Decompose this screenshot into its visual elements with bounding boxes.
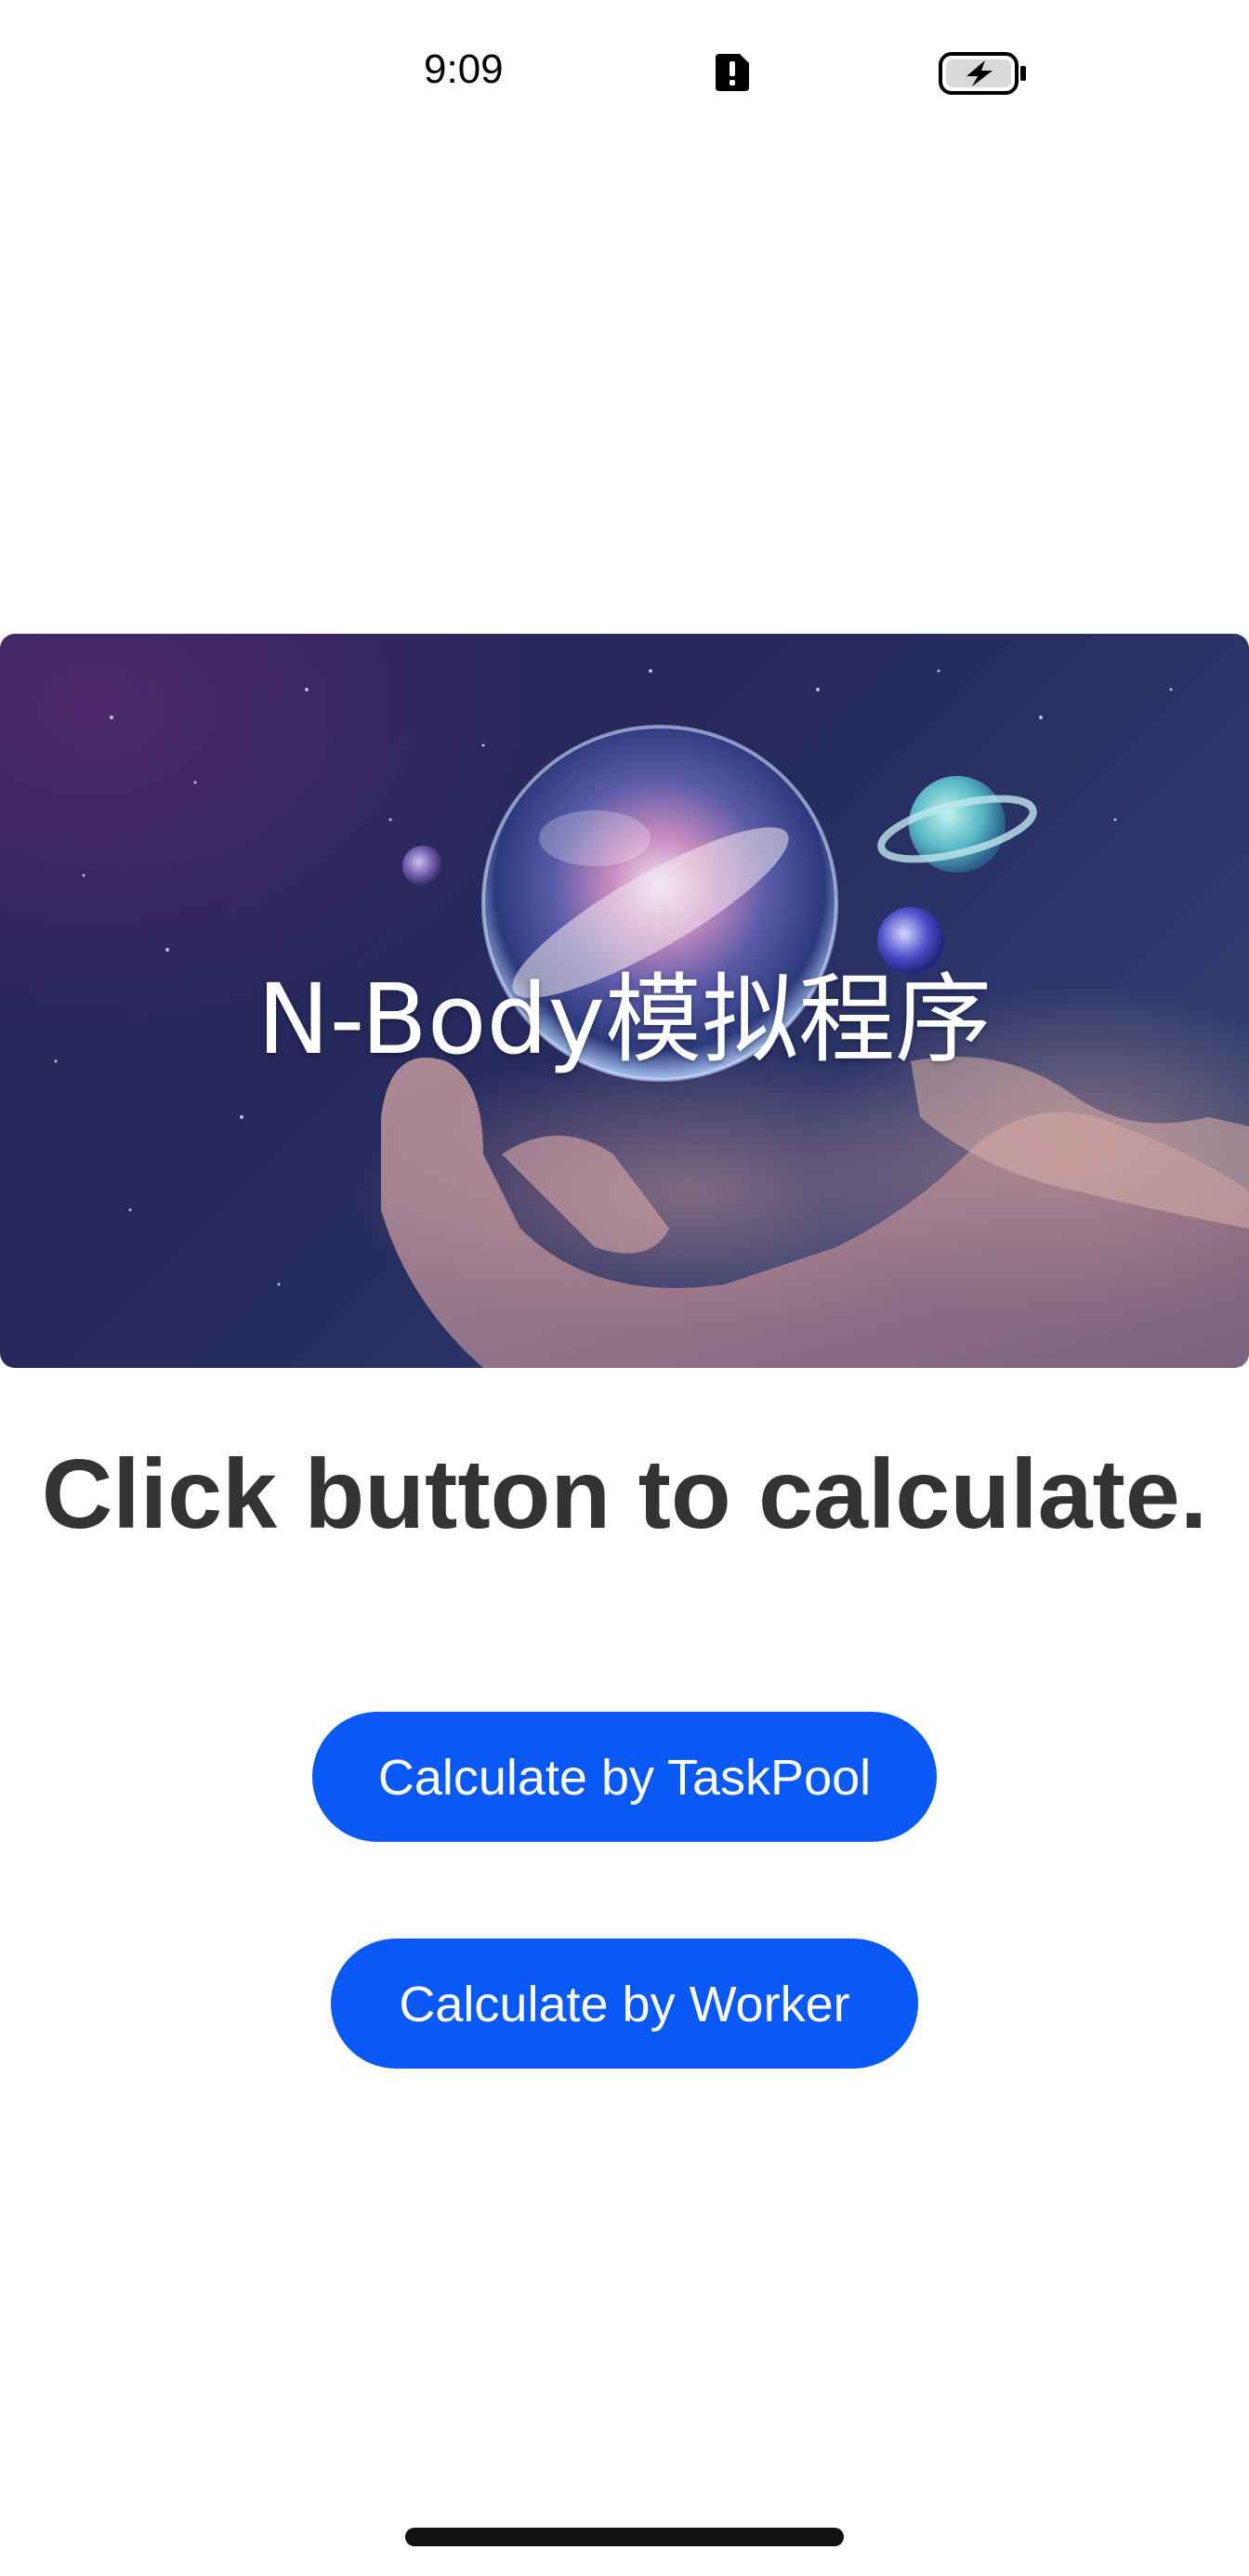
page-heading: Click button to calculate. bbox=[41, 1439, 1208, 1549]
status-time: 9:09 bbox=[424, 46, 504, 92]
battery-charging-icon bbox=[939, 52, 1028, 95]
banner-title: N-Body模拟程序 bbox=[256, 963, 993, 1076]
alert-icon bbox=[716, 54, 749, 91]
banner-image: N-Body模拟程序 bbox=[0, 634, 1249, 1368]
status-bar: 9:09 bbox=[0, 0, 1249, 149]
calculate-by-taskpool-button[interactable]: Calculate by TaskPool bbox=[312, 1712, 937, 1842]
calculate-by-worker-button[interactable]: Calculate by Worker bbox=[331, 1939, 918, 2069]
home-indicator[interactable] bbox=[405, 2528, 844, 2546]
